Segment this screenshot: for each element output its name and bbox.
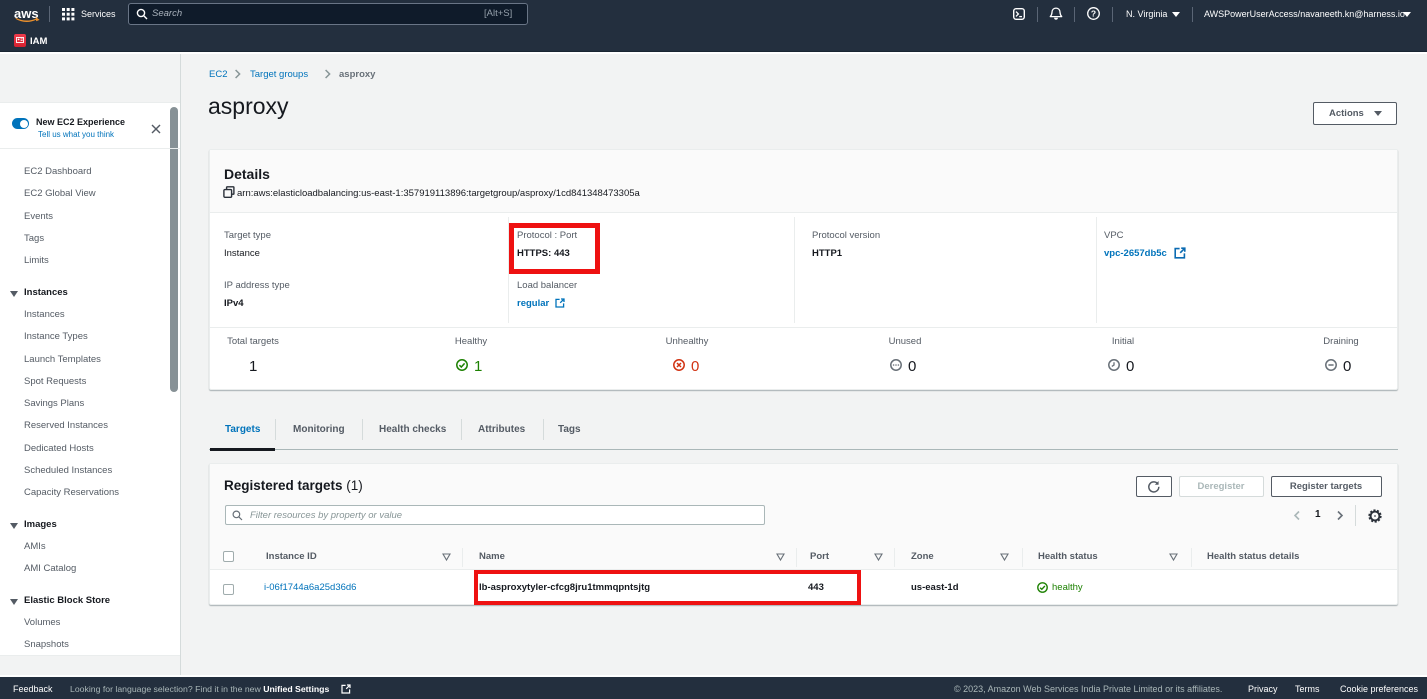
- svg-text:?: ?: [1091, 9, 1096, 19]
